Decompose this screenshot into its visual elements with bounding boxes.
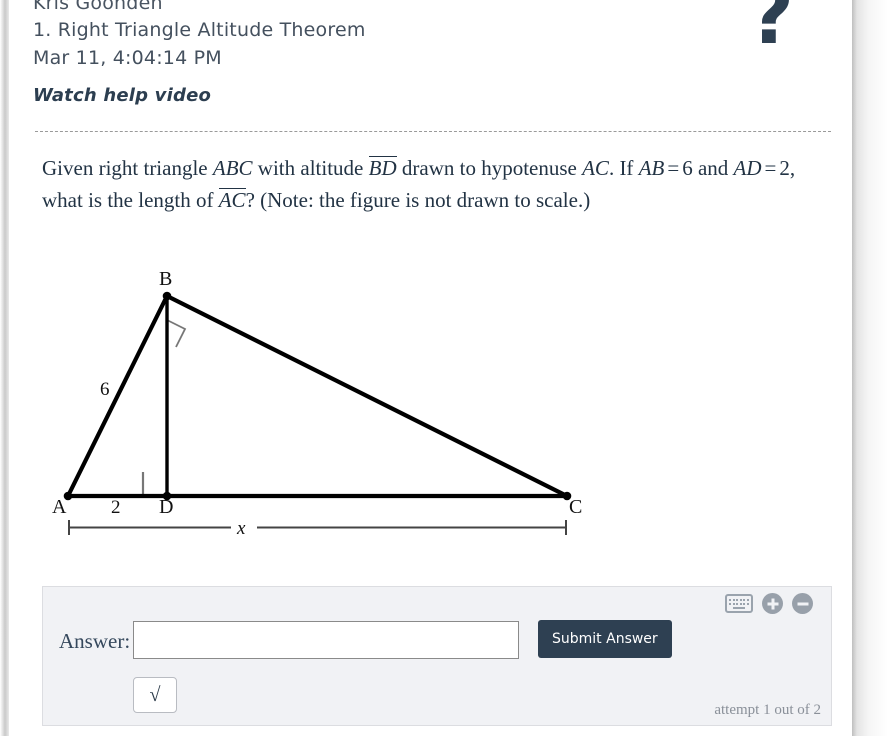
watch-help-video-link[interactable]: Watch help video (33, 82, 211, 110)
question-text: Given right triangle ABC with altitude B… (42, 152, 832, 216)
triangle-figure: A B C D 6 2 x (52, 268, 582, 539)
page-left-edge (0, 0, 9, 736)
question-line2-part1: and (697, 156, 734, 180)
math-segment-bd: BD (368, 156, 397, 180)
right-angle-mark-b (166, 319, 187, 348)
header-divider (35, 131, 831, 132)
side-length-label-ad: 2 (111, 497, 121, 518)
question-line2-part3: ? (Note: the figure is not drawn to scal… (245, 188, 591, 212)
question-line1-part4: . If (608, 156, 639, 180)
math-triangle-abc: ABC (212, 156, 253, 180)
math-value-ab: 6 (682, 156, 693, 180)
vertex-label-d: D (159, 496, 173, 518)
math-value-ad: 2 (779, 156, 790, 180)
plus-circle-icon[interactable] (762, 593, 783, 614)
question-line1-part3: drawn to hypotenuse (396, 156, 583, 180)
keyboard-icon-row-3 (733, 606, 745, 609)
answer-label: Answer: (59, 629, 131, 653)
keyboard-icon-row-2 (729, 602, 749, 605)
math-equals-2: = (764, 156, 777, 180)
page-right-edge (852, 0, 888, 736)
assignment-header: Kris Goonden 1. Right Triangle Altitude … (33, 0, 733, 110)
vertex-label-c: C (569, 496, 582, 518)
question-line1-part2: with altitude (252, 156, 369, 180)
square-root-button[interactable]: √ (133, 677, 177, 713)
panel-icon-row (725, 593, 813, 614)
right-angle-mark-d (141, 472, 167, 498)
question-line1-part1: Given right triangle (42, 156, 213, 180)
math-segment-ac-1: AC (582, 156, 609, 180)
math-var-ab: AB (638, 156, 665, 180)
side-length-label-ab: 6 (100, 379, 110, 400)
page-title: 1. Right Triangle Altitude Theorem (33, 19, 366, 41)
bracket-label-x: x (236, 518, 246, 539)
submit-answer-button[interactable]: Submit Answer (538, 620, 672, 658)
segment-bc (164, 293, 570, 499)
timestamp: Mar 11, 4:04:14 PM (33, 47, 222, 69)
vertex-label-b: B (159, 268, 172, 290)
answer-panel: Answer: Submit Answer √ attempt 1 out of… (42, 586, 832, 726)
answer-input[interactable] (133, 621, 519, 659)
minus-circle-icon[interactable] (792, 593, 813, 614)
math-equals-1: = (667, 156, 680, 180)
vertex-point-b (162, 291, 172, 301)
keyboard-icon[interactable] (725, 594, 753, 613)
attempt-counter: attempt 1 out of 2 (714, 702, 821, 718)
assignment-content: Kris Goonden 1. Right Triangle Altitude … (9, 0, 852, 736)
segment-ab (65, 293, 170, 499)
math-segment-ac-2: AC (218, 188, 246, 212)
vertex-label-a: A (52, 496, 67, 518)
keyboard-icon-row-1 (729, 598, 749, 601)
math-var-ad: AD (733, 156, 762, 180)
question-mark-icon[interactable]: ? (749, 0, 794, 56)
student-name: Kris Goonden (33, 0, 163, 14)
